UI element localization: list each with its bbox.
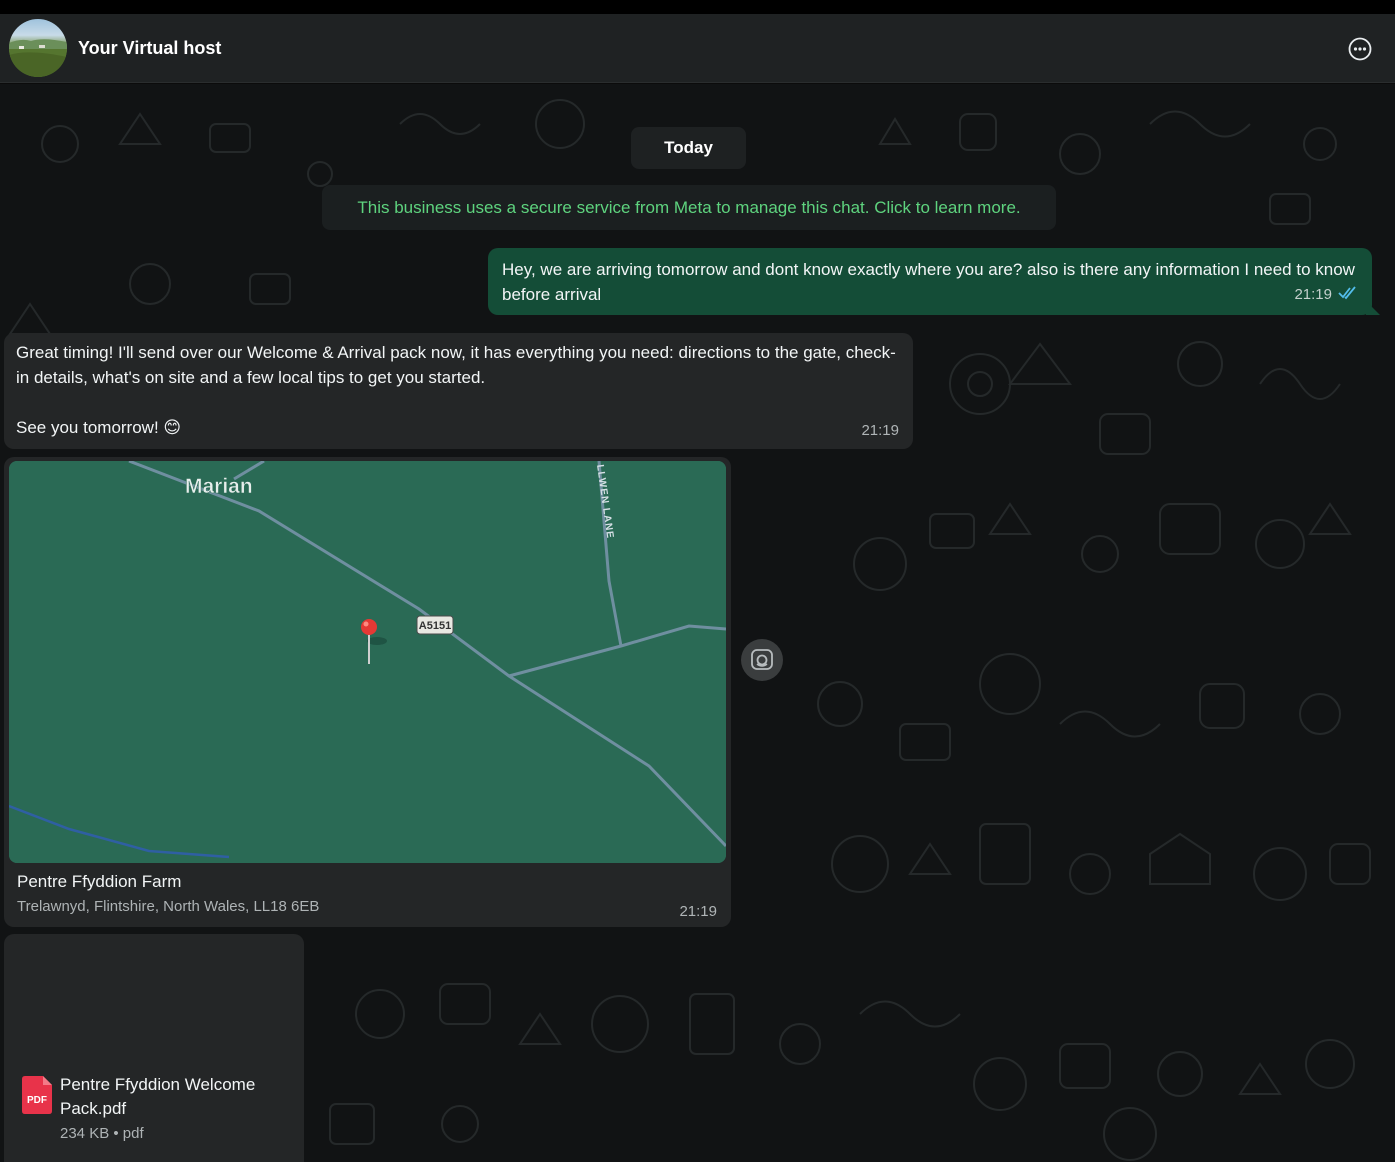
- incoming-message[interactable]: Great timing! I'll send over our Welcome…: [4, 333, 913, 449]
- road-badge-label: A5151: [419, 620, 451, 632]
- meta-business-notice[interactable]: This business uses a secure service from…: [322, 185, 1056, 230]
- pdf-icon-label: PDF: [27, 1095, 47, 1106]
- chat-panel[interactable]: Today This business uses a secure servic…: [0, 84, 1395, 1162]
- location-name: Pentre Ffyddion Farm: [17, 872, 182, 891]
- window-top-strip: [0, 0, 1395, 14]
- date-chip: Today: [631, 127, 746, 169]
- message-time: 21:19: [679, 903, 717, 920]
- message-time: 21:19: [1294, 286, 1332, 303]
- message-meta: 21:19: [861, 417, 899, 443]
- double-check-icon: [1338, 282, 1358, 307]
- location-message[interactable]: Marian A5151 LLWEN LANE Pentre Ffyddion …: [4, 457, 731, 927]
- document-message[interactable]: PDF Pentre Ffyddion Welcome Pack.pdf 234…: [4, 934, 304, 1162]
- forward-icon[interactable]: [741, 639, 783, 681]
- map-town-label: Marian: [185, 475, 253, 498]
- more-options-icon[interactable]: [1347, 36, 1373, 62]
- document-name: Pentre Ffyddion Welcome Pack.pdf: [60, 1075, 256, 1118]
- incoming-message-paragraph: Great timing! I'll send over our Welcome…: [16, 343, 896, 387]
- pdf-file-icon: PDF: [22, 1076, 52, 1114]
- avatar[interactable]: [9, 19, 67, 77]
- document-meta: 234 KB • pdf: [60, 1125, 144, 1142]
- location-map[interactable]: Marian A5151 LLWEN LANE: [9, 461, 726, 863]
- incoming-message-paragraph: See you tomorrow! 😊: [16, 418, 182, 437]
- road-badge: A5151: [416, 615, 454, 635]
- outgoing-message[interactable]: Hey, we are arriving tomorrow and dont k…: [488, 248, 1380, 315]
- location-address: Trelawnyd, Flintshire, North Wales, LL18…: [17, 898, 320, 915]
- message-meta: 21:19: [1294, 282, 1358, 307]
- message-time: 21:19: [861, 422, 899, 439]
- chat-title: Your Virtual host: [78, 38, 222, 58]
- chat-header: Your Virtual host: [0, 14, 1395, 83]
- outgoing-message-text: Hey, we are arriving tomorrow and dont k…: [502, 260, 1355, 304]
